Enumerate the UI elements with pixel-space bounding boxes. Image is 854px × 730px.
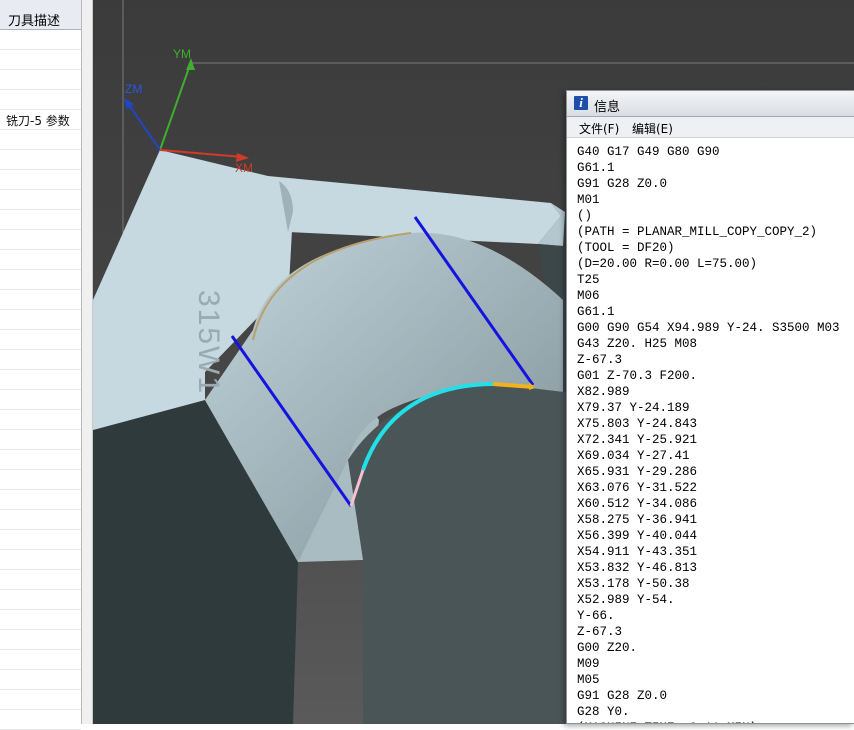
x-axis-label: XM bbox=[235, 161, 253, 175]
tool-table-row[interactable] bbox=[0, 470, 81, 490]
nc-code-line: (D=20.00 R=0.00 L=75.00) bbox=[577, 257, 758, 271]
tool-table-row[interactable] bbox=[0, 230, 81, 250]
nc-code-line: G00 G90 G54 X94.989 Y-24. S3500 M03 bbox=[577, 321, 840, 335]
tool-table-row[interactable] bbox=[0, 670, 81, 690]
nc-code-line: X53.832 Y-46.813 bbox=[577, 561, 698, 575]
tool-table-row[interactable] bbox=[0, 290, 81, 310]
nc-code-line: X75.803 Y-24.843 bbox=[577, 417, 698, 431]
info-window[interactable]: i 信息 文件(F) 编辑(E) G40 G17 G49 G80 G90 G61.… bbox=[566, 90, 854, 724]
tool-table-row[interactable] bbox=[0, 490, 81, 510]
tool-table-row[interactable] bbox=[0, 390, 81, 410]
menu-file[interactable]: 文件(F) bbox=[579, 120, 619, 137]
info-titlebar[interactable]: i 信息 bbox=[567, 91, 854, 117]
tool-table: 刀具描述 铣刀-5 参数 bbox=[0, 0, 82, 730]
info-title: 信息 bbox=[594, 100, 621, 115]
tool-table-row[interactable] bbox=[0, 250, 81, 270]
nc-code-line: G43 Z20. H25 M08 bbox=[577, 337, 698, 351]
tool-table-row[interactable] bbox=[0, 590, 81, 610]
tool-table-row[interactable] bbox=[0, 710, 81, 730]
tool-table-row[interactable] bbox=[0, 450, 81, 470]
nc-code-line: M05 bbox=[577, 673, 600, 687]
tool-table-row[interactable] bbox=[0, 650, 81, 670]
tool-table-row[interactable] bbox=[0, 570, 81, 590]
nc-code-line: G61.1 bbox=[577, 305, 615, 319]
panel-splitter[interactable] bbox=[82, 0, 93, 724]
tool-table-row[interactable] bbox=[0, 550, 81, 570]
nc-code-line: X60.512 Y-34.086 bbox=[577, 497, 698, 511]
wcs-triad[interactable]: YM ZM XM bbox=[124, 47, 253, 175]
nc-code-line: G01 Z-70.3 F200. bbox=[577, 369, 698, 383]
nc-code-line: X72.341 Y-25.921 bbox=[577, 433, 698, 447]
tool-table-row[interactable] bbox=[0, 270, 81, 290]
nc-code-line: X52.989 Y-54. bbox=[577, 593, 675, 607]
tool-table-rows: 铣刀-5 参数 bbox=[0, 30, 81, 730]
z-axis-arrow bbox=[124, 98, 134, 110]
tool-table-row[interactable] bbox=[0, 150, 81, 170]
part-engraving: 315W1 bbox=[192, 290, 225, 395]
y-axis-label: YM bbox=[173, 47, 191, 61]
tool-table-row[interactable] bbox=[0, 510, 81, 530]
tool-table-row[interactable]: 铣刀-5 参数 bbox=[0, 110, 81, 130]
tool-table-row[interactable] bbox=[0, 330, 81, 350]
z-axis-label: ZM bbox=[125, 82, 142, 96]
tool-table-row[interactable] bbox=[0, 310, 81, 330]
tool-table-row[interactable] bbox=[0, 190, 81, 210]
tool-table-row[interactable] bbox=[0, 610, 81, 630]
nc-code-line: X63.076 Y-31.522 bbox=[577, 481, 698, 495]
nc-code-line: X65.931 Y-29.286 bbox=[577, 465, 698, 479]
tool-table-row[interactable] bbox=[0, 130, 81, 150]
nc-code-line: G61.1 bbox=[577, 161, 615, 175]
part-model[interactable]: 315W1 bbox=[93, 150, 618, 724]
nc-code-line: M01 bbox=[577, 193, 600, 207]
tool-table-row[interactable] bbox=[0, 70, 81, 90]
nc-code-line: X56.399 Y-40.044 bbox=[577, 529, 698, 543]
info-menubar: 文件(F) 编辑(E) bbox=[567, 117, 854, 138]
tool-table-row[interactable] bbox=[0, 30, 81, 50]
nc-code-line: X53.178 Y-50.38 bbox=[577, 577, 690, 591]
nc-code-line: (TOOL = DF20) bbox=[577, 241, 675, 255]
tool-table-row[interactable] bbox=[0, 90, 81, 110]
tool-table-row[interactable] bbox=[0, 350, 81, 370]
nc-code-line: () bbox=[577, 209, 593, 223]
tool-table-row[interactable] bbox=[0, 530, 81, 550]
tool-description-header[interactable]: 刀具描述 bbox=[0, 0, 81, 30]
tool-table-row[interactable] bbox=[0, 630, 81, 650]
nc-code-line: (MACHINE TIME: 0.11 MIN) bbox=[577, 720, 854, 723]
nc-code-line: Y-66. bbox=[577, 609, 615, 623]
y-axis-line bbox=[159, 61, 192, 151]
info-text-area[interactable]: G40 G17 G49 G80 G90 G61.1 G91 G28 Z0.0 M01 (… bbox=[577, 144, 854, 723]
nc-code-line: G91 G28 Z0.0 bbox=[577, 689, 668, 703]
tool-table-row[interactable] bbox=[0, 210, 81, 230]
nc-code-line: M06 bbox=[577, 289, 600, 303]
nc-code-line: M09 bbox=[577, 657, 600, 671]
nc-code-line: X58.275 Y-36.941 bbox=[577, 513, 698, 527]
nc-code-line: (PATH = PLANAR_MILL_COPY_COPY_2) bbox=[577, 225, 818, 239]
nc-code-line: G40 G17 G49 G80 G90 bbox=[577, 145, 720, 159]
tool-table-row[interactable] bbox=[0, 430, 81, 450]
nc-code-line: Z-67.3 bbox=[577, 625, 623, 639]
nc-code-line: X82.989 bbox=[577, 385, 630, 399]
info-icon: i bbox=[574, 96, 588, 110]
nc-code-line: G91 G28 Z0.0 bbox=[577, 177, 668, 191]
nc-code-line: T25 bbox=[577, 273, 600, 287]
tool-table-row[interactable] bbox=[0, 410, 81, 430]
menu-edit[interactable]: 编辑(E) bbox=[632, 120, 673, 137]
nc-code-line: X79.37 Y-24.189 bbox=[577, 401, 690, 415]
nc-code-line: X54.911 Y-43.351 bbox=[577, 545, 698, 559]
nc-code-line: Z-67.3 bbox=[577, 353, 623, 367]
nc-code-line: G00 Z20. bbox=[577, 641, 638, 655]
tool-table-row[interactable] bbox=[0, 170, 81, 190]
tool-table-row[interactable] bbox=[0, 370, 81, 390]
z-axis-line bbox=[126, 101, 161, 151]
tool-table-row[interactable] bbox=[0, 50, 81, 70]
tool-table-row[interactable] bbox=[0, 690, 81, 710]
nc-code-line: G28 Y0. bbox=[577, 705, 630, 719]
nc-code-line: X69.034 Y-27.41 bbox=[577, 449, 690, 463]
